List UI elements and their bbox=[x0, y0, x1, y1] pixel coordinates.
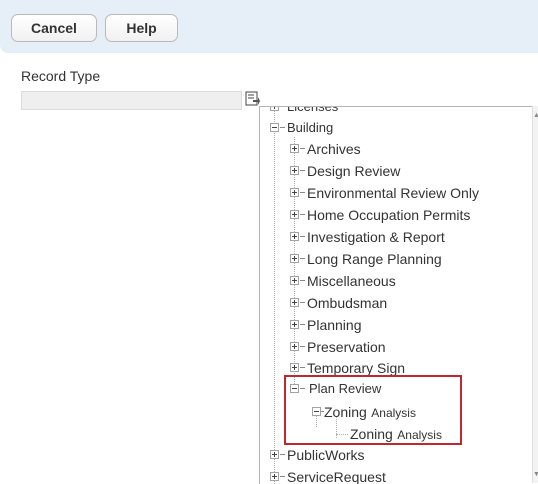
scroll-up-icon[interactable]: ▲ bbox=[533, 112, 538, 119]
expand-icon[interactable] bbox=[290, 232, 299, 241]
expand-icon[interactable] bbox=[290, 144, 299, 153]
record-type-picker-icon[interactable] bbox=[245, 91, 260, 107]
scroll-down-icon[interactable]: ▼ bbox=[533, 471, 538, 478]
tree-node-label: Ombudsman bbox=[307, 295, 388, 311]
toolbar: Cancel Help bbox=[0, 0, 538, 53]
tree-node-label: Design Review bbox=[307, 163, 401, 179]
tree-node-label: ServiceRequest bbox=[287, 469, 386, 484]
tree-connector bbox=[300, 346, 305, 347]
tree-connector bbox=[280, 454, 285, 455]
highlight-box bbox=[284, 375, 462, 445]
tree-scrollbar[interactable]: ▲ ▼ bbox=[532, 106, 538, 483]
tree-node-label: Environmental Review Only bbox=[307, 185, 479, 201]
tree-connector bbox=[300, 170, 305, 171]
tree-connector bbox=[280, 127, 285, 128]
help-button[interactable]: Help bbox=[105, 14, 178, 42]
tree-node-label: Long Range Planning bbox=[307, 251, 442, 267]
tree-node-label: Archives bbox=[307, 141, 361, 157]
tree-connector bbox=[300, 302, 305, 303]
tree-connector bbox=[300, 367, 305, 368]
expand-icon[interactable] bbox=[290, 342, 299, 351]
tree-connector bbox=[300, 192, 305, 193]
tree-node-label: PublicWorks bbox=[287, 447, 365, 463]
expand-icon[interactable] bbox=[290, 254, 299, 263]
tree-connector bbox=[300, 236, 305, 237]
tree-connector bbox=[280, 476, 285, 477]
expand-icon[interactable] bbox=[290, 188, 299, 197]
cancel-button[interactable]: Cancel bbox=[11, 14, 97, 42]
tree-connector bbox=[280, 106, 285, 107]
expand-icon[interactable] bbox=[270, 472, 279, 481]
expand-icon[interactable] bbox=[270, 450, 279, 459]
collapse-icon[interactable] bbox=[270, 123, 279, 132]
tree-connector bbox=[300, 258, 305, 259]
tree-node-label: Building bbox=[287, 120, 334, 135]
tree-connector bbox=[300, 324, 305, 325]
expand-icon[interactable] bbox=[270, 107, 279, 111]
expand-icon[interactable] bbox=[290, 210, 299, 219]
tree-node-label: Home Occupation Permits bbox=[307, 207, 471, 223]
tree-node-label: Preservation bbox=[307, 339, 386, 355]
tree-connector bbox=[274, 107, 275, 484]
record-type-label: Record Type bbox=[21, 68, 101, 84]
tree-node-label: Investigation & Report bbox=[307, 229, 445, 245]
expand-icon[interactable] bbox=[290, 166, 299, 175]
expand-icon[interactable] bbox=[290, 320, 299, 329]
tree-connector bbox=[294, 137, 295, 392]
expand-icon[interactable] bbox=[290, 276, 299, 285]
expand-icon[interactable] bbox=[290, 298, 299, 307]
expand-icon[interactable] bbox=[290, 363, 299, 372]
tree-connector bbox=[300, 214, 305, 215]
tree-node-label: Planning bbox=[307, 317, 362, 333]
record-type-field[interactable] bbox=[21, 91, 242, 110]
tree-node-label: Licenses bbox=[287, 106, 339, 114]
tree-connector bbox=[300, 280, 305, 281]
tree-connector bbox=[300, 148, 305, 149]
tree-node-label: Miscellaneous bbox=[307, 273, 396, 289]
